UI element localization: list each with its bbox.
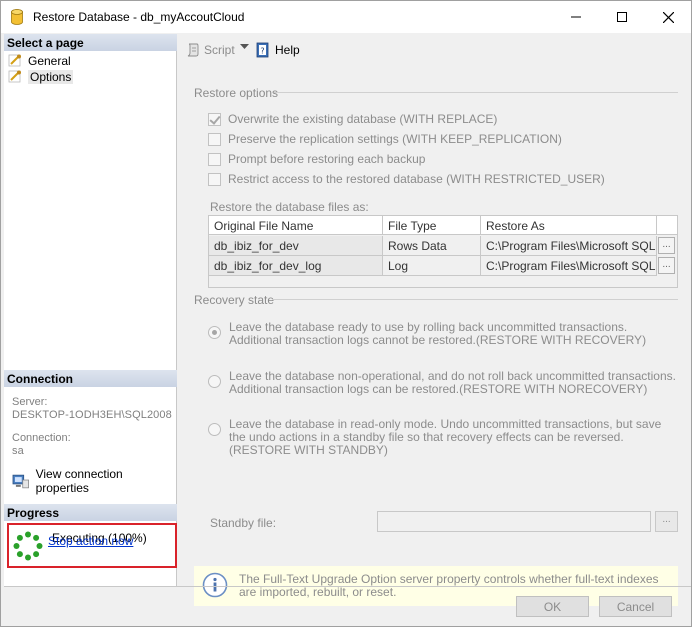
restore-with-norecovery-option[interactable]: Leave the database non-operational, and … (208, 370, 679, 396)
maximize-icon (617, 12, 627, 22)
table-row[interactable]: db_ibiz_for_dev Rows Data C:\Program Fil… (209, 236, 677, 256)
maximize-button[interactable] (599, 1, 645, 33)
restore-with-standby-radio[interactable] (208, 423, 221, 436)
restricted-user-checkbox[interactable] (208, 172, 221, 186)
restore-with-norecovery-label: Leave the database non-operational, and … (229, 369, 676, 396)
options-content: Restore options Overwrite the existing d… (182, 70, 687, 606)
stop-action-link[interactable]: Stop action now (48, 534, 133, 548)
column-header-restore-as[interactable]: Restore As (481, 216, 657, 235)
keep-replication-checkbox-row[interactable]: Preserve the replication settings (WITH … (208, 132, 562, 146)
prompt-before-restore-label: Prompt before restoring each backup (228, 152, 426, 166)
cell-restore-as[interactable]: C:\Program Files\Microsoft SQL... (481, 236, 657, 256)
restore-options-title: Restore options (194, 86, 279, 100)
restore-with-recovery-option[interactable]: Leave the database ready to use by rolli… (208, 321, 679, 347)
restore-files-grid: Original File Name File Type Restore As … (208, 215, 678, 288)
help-button[interactable]: ? Help (255, 42, 300, 58)
group-divider (274, 92, 678, 93)
keep-replication-label: Preserve the replication settings (WITH … (228, 132, 562, 146)
close-icon (662, 11, 674, 23)
cell-original-file-name: db_ibiz_for_dev (209, 236, 383, 256)
help-label: Help (275, 43, 300, 57)
restore-with-recovery-label: Leave the database ready to use by rolli… (229, 320, 647, 347)
footer-divider (4, 586, 691, 587)
progress-spinner-icon (13, 531, 43, 561)
prompt-before-restore-checkbox-row[interactable]: Prompt before restoring each backup (208, 152, 425, 166)
window-title: Restore Database - db_myAccoutCloud (33, 10, 245, 24)
connection-value: sa (12, 445, 24, 457)
column-header-original-file-name[interactable]: Original File Name (209, 216, 383, 235)
cell-restore-as[interactable]: C:\Program Files\Microsoft SQL... (481, 256, 657, 276)
restricted-user-checkbox-row[interactable]: Restrict access to the restored database… (208, 172, 605, 186)
server-label: Server: (12, 396, 48, 408)
connection-properties-icon (12, 474, 29, 489)
with-replace-label: Overwrite the existing database (WITH RE… (228, 112, 498, 126)
connection-heading: Connection (4, 370, 177, 387)
table-row[interactable]: db_ibiz_for_dev_log Log C:\Program Files… (209, 256, 677, 276)
script-dropdown-button[interactable] (240, 44, 249, 50)
grid-header: Original File Name File Type Restore As (209, 216, 677, 235)
connection-label: Connection: (12, 432, 71, 444)
toolbar: Script ? Help (178, 34, 691, 66)
browse-restore-as-button[interactable]: ... (658, 237, 675, 254)
title-bar[interactable]: Restore Database - db_myAccoutCloud (1, 1, 691, 33)
page-label-options: Options (28, 69, 74, 84)
standby-file-browse-button[interactable]: ... (655, 511, 678, 532)
group-divider (272, 299, 678, 300)
column-header-file-type[interactable]: File Type (383, 216, 481, 235)
keep-replication-checkbox[interactable] (208, 132, 221, 146)
script-icon (187, 43, 199, 57)
restore-with-standby-label: Leave the database in read-only mode. Un… (229, 417, 662, 457)
server-value: DESKTOP-1ODH3EH\SQL2008 (12, 409, 172, 421)
restore-with-norecovery-radio[interactable] (208, 375, 221, 388)
page-item-general[interactable]: General (8, 53, 71, 68)
cell-file-type: Rows Data (383, 236, 481, 256)
right-pane: Script ? Help Restore options Overwrite … (178, 34, 691, 606)
with-replace-checkbox[interactable] (208, 112, 221, 126)
minimize-button[interactable] (553, 1, 599, 33)
progress-heading: Progress (4, 504, 177, 521)
page-label-general: General (28, 53, 71, 68)
script-button[interactable]: Script (185, 42, 235, 58)
close-button[interactable] (645, 1, 691, 33)
page-wrench-icon (8, 70, 21, 83)
standby-file-input[interactable] (377, 511, 651, 532)
ok-button[interactable]: OK (516, 596, 589, 617)
restore-with-recovery-radio[interactable] (208, 326, 221, 339)
page-item-options[interactable]: Options (8, 69, 74, 84)
svg-text:?: ? (260, 47, 264, 56)
restore-database-window: Restore Database - db_myAccoutCloud Sele… (0, 0, 692, 627)
restore-with-standby-option[interactable]: Leave the database in read-only mode. Un… (208, 418, 679, 457)
standby-file-label: Standby file: (210, 516, 277, 530)
info-icon (202, 572, 228, 598)
left-pane: Select a page General Options Connection… (4, 34, 177, 586)
prompt-before-restore-checkbox[interactable] (208, 152, 221, 166)
database-icon (11, 9, 23, 25)
view-connection-properties-link[interactable]: View connection properties (12, 467, 176, 495)
script-label: Script (204, 43, 235, 57)
restore-files-label: Restore the database files as: (210, 200, 369, 214)
cancel-button[interactable]: Cancel (599, 596, 672, 617)
page-wrench-icon (8, 54, 21, 67)
with-replace-checkbox-row[interactable]: Overwrite the existing database (WITH RE… (208, 112, 497, 126)
chevron-down-icon (240, 44, 249, 49)
select-page-heading: Select a page (4, 34, 177, 51)
restricted-user-label: Restrict access to the restored database… (228, 172, 605, 186)
browse-restore-as-button[interactable]: ... (658, 257, 675, 274)
minimize-icon (571, 16, 581, 18)
cell-file-type: Log (383, 256, 481, 276)
view-connection-properties-label: View connection properties (35, 467, 123, 495)
help-book-icon: ? (256, 42, 269, 58)
recovery-state-title: Recovery state (194, 293, 275, 307)
cell-original-file-name: db_ibiz_for_dev_log (209, 256, 383, 276)
